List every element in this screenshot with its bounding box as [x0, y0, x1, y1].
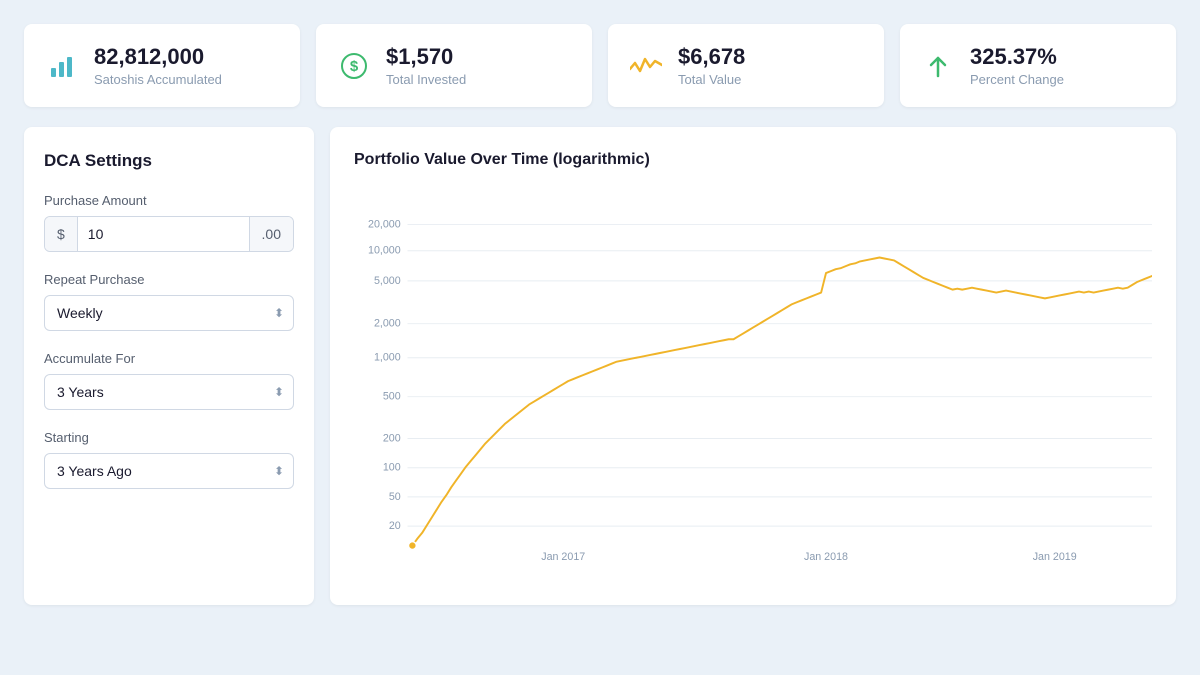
svg-text:2,000: 2,000 [374, 318, 401, 330]
repeat-purchase-group: Repeat Purchase Weekly Daily Monthly ⬍ [44, 272, 294, 331]
svg-text:20: 20 [389, 520, 401, 532]
satoshis-value: 82,812,000 [94, 44, 222, 70]
svg-text:Jan 2018: Jan 2018 [804, 552, 848, 564]
repeat-select-wrapper: Weekly Daily Monthly ⬍ [44, 295, 294, 331]
purchase-amount-input-wrapper: $ .00 [44, 216, 294, 252]
stat-card-satoshis: 82,812,000 Satoshis Accumulated [24, 24, 300, 107]
dollar-icon: $ [336, 52, 372, 80]
wave-icon [628, 55, 664, 77]
stat-content-percent: 325.37% Percent Change [970, 44, 1064, 87]
stat-cards: 82,812,000 Satoshis Accumulated $ $1,570… [24, 24, 1176, 107]
chart-svg: 20,000 10,000 5,000 2,000 1,000 500 200 … [354, 185, 1152, 585]
stat-content-satoshis: 82,812,000 Satoshis Accumulated [94, 44, 222, 87]
stat-card-invested: $ $1,570 Total Invested [316, 24, 592, 107]
settings-title: DCA Settings [44, 151, 294, 171]
svg-text:Jan 2019: Jan 2019 [1033, 552, 1077, 564]
starting-select-wrapper: 3 Years Ago 1 Year Ago 5 Years Ago ⬍ [44, 453, 294, 489]
main-layout: DCA Settings Purchase Amount $ .00 Repea… [24, 127, 1176, 605]
stat-card-percent: 325.37% Percent Change [900, 24, 1176, 107]
accumulate-label: Accumulate For [44, 351, 294, 366]
svg-text:500: 500 [383, 391, 401, 403]
bars-icon [44, 52, 80, 80]
total-value-label: Total Value [678, 72, 745, 87]
svg-text:100: 100 [383, 462, 401, 474]
repeat-label: Repeat Purchase [44, 272, 294, 287]
percent-value: 325.37% [970, 44, 1064, 70]
accumulate-select-wrapper: 3 Years 1 Year 5 Years 10 Years ⬍ [44, 374, 294, 410]
svg-text:50: 50 [389, 491, 401, 503]
satoshis-label: Satoshis Accumulated [94, 72, 222, 87]
stat-content-value: $6,678 Total Value [678, 44, 745, 87]
purchase-amount-label: Purchase Amount [44, 193, 294, 208]
invested-label: Total Invested [386, 72, 466, 87]
invested-value: $1,570 [386, 44, 466, 70]
chart-container: 20,000 10,000 5,000 2,000 1,000 500 200 … [354, 185, 1152, 585]
percent-label: Percent Change [970, 72, 1064, 87]
starting-group: Starting 3 Years Ago 1 Year Ago 5 Years … [44, 430, 294, 489]
chart-panel: Portfolio Value Over Time (logarithmic) … [330, 127, 1176, 605]
accumulate-select[interactable]: 3 Years 1 Year 5 Years 10 Years [44, 374, 294, 410]
repeat-select[interactable]: Weekly Daily Monthly [44, 295, 294, 331]
purchase-amount-input[interactable] [78, 217, 249, 251]
svg-text:5,000: 5,000 [374, 275, 401, 287]
purchase-amount-group: Purchase Amount $ .00 [44, 193, 294, 252]
arrow-up-icon [920, 52, 956, 80]
accumulate-group: Accumulate For 3 Years 1 Year 5 Years 10… [44, 351, 294, 410]
svg-text:Jan 2017: Jan 2017 [541, 552, 585, 564]
svg-text:200: 200 [383, 433, 401, 445]
cents-suffix: .00 [249, 217, 293, 251]
svg-text:10,000: 10,000 [368, 245, 401, 257]
chart-title: Portfolio Value Over Time (logarithmic) [354, 151, 1152, 169]
svg-text:$: $ [350, 58, 359, 75]
stat-content-invested: $1,570 Total Invested [386, 44, 466, 87]
starting-select[interactable]: 3 Years Ago 1 Year Ago 5 Years Ago [44, 453, 294, 489]
svg-text:1,000: 1,000 [374, 352, 401, 364]
starting-label: Starting [44, 430, 294, 445]
stat-card-value: $6,678 Total Value [608, 24, 884, 107]
total-value-value: $6,678 [678, 44, 745, 70]
settings-panel: DCA Settings Purchase Amount $ .00 Repea… [24, 127, 314, 605]
dollar-prefix: $ [45, 217, 78, 251]
svg-text:20,000: 20,000 [368, 219, 401, 231]
